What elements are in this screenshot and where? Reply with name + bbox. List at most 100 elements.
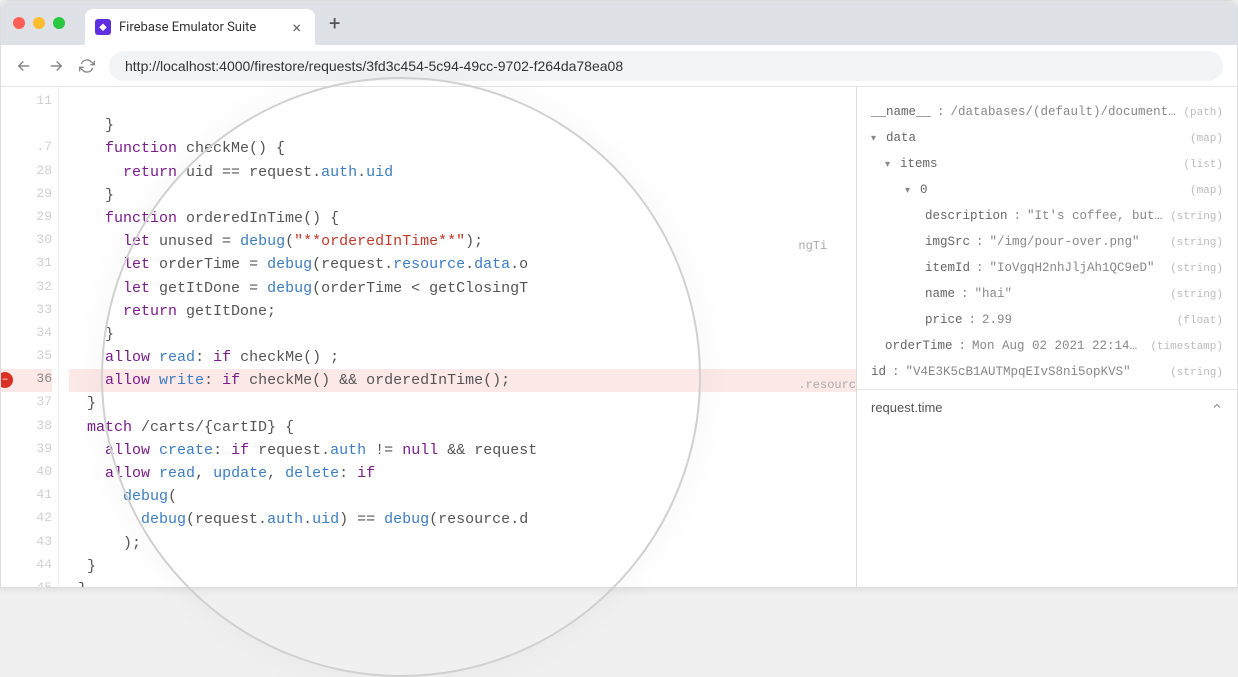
inspector-footer-label: request.time xyxy=(871,400,943,415)
inspector-value: "IoVgqH2nhJljAh1QC9eD" xyxy=(990,261,1165,275)
line-number: 32 xyxy=(1,277,52,300)
inspector-body: __name__: /databases/(default)/documents… xyxy=(857,87,1237,389)
line-gutter: 11.728292930313233343536–373839404142434… xyxy=(1,87,59,587)
line-number: 30 xyxy=(1,230,52,253)
inspector-value: "hai" xyxy=(975,287,1165,301)
inspector-type-label: (string) xyxy=(1170,367,1223,379)
url-text: http://localhost:4000/firestore/requests… xyxy=(125,58,623,74)
caret-down-icon[interactable]: ▾ xyxy=(885,159,890,171)
inspector-value: /databases/(default)/documents/orde… xyxy=(951,105,1178,119)
code-line[interactable]: let getItDone = debug(orderTime < getClo… xyxy=(69,277,856,300)
inspector-row[interactable]: ▾ 0 (map) xyxy=(871,177,1223,203)
code-line[interactable]: let unused = debug("**orderedInTime**"); xyxy=(69,230,856,253)
browser-toolbar: http://localhost:4000/firestore/requests… xyxy=(1,45,1237,87)
inspector-row[interactable]: ▾ data (map) xyxy=(871,125,1223,151)
tab-title: Firebase Emulator Suite xyxy=(119,20,256,35)
error-marker-icon[interactable]: – xyxy=(1,372,13,388)
line-number: 44 xyxy=(1,555,52,578)
maximize-window-icon[interactable] xyxy=(53,17,65,29)
code-line[interactable]: allow read, update, delete: if xyxy=(69,462,856,485)
code-line[interactable]: return getItDone; xyxy=(69,300,856,323)
line-number xyxy=(1,114,52,137)
caret-down-icon[interactable]: ▾ xyxy=(871,133,876,145)
new-tab-button[interactable]: + xyxy=(329,11,340,35)
line-number: 36– xyxy=(1,369,52,392)
reload-icon[interactable] xyxy=(79,58,95,74)
inspector-value: "It's coffee, but fanc… xyxy=(1027,209,1164,223)
forward-icon[interactable] xyxy=(47,57,65,75)
code-line[interactable]: } xyxy=(69,392,856,415)
code-line[interactable]: allow read: if checkMe() ; xyxy=(69,346,856,369)
chevron-up-icon[interactable] xyxy=(1211,400,1223,415)
rules-editor: 11.728292930313233343536–373839404142434… xyxy=(1,87,857,587)
code-line[interactable]: allow write: if checkMe() && orderedInTi… xyxy=(69,369,856,392)
code-line[interactable]: } xyxy=(69,114,856,137)
line-number: 11 xyxy=(1,91,52,114)
inspector-row: description: "It's coffee, but fanc…(str… xyxy=(871,203,1223,229)
inspector-value: "V4E3K5cB1AUTMpqEIvS8ni5opKVS" xyxy=(906,365,1165,379)
inspector-type-label: (path) xyxy=(1183,107,1223,119)
back-icon[interactable] xyxy=(15,57,33,75)
browser-tab[interactable]: ⬥ Firebase Emulator Suite × xyxy=(85,9,315,45)
inspector-key: 0 xyxy=(920,183,928,197)
code-line[interactable] xyxy=(69,91,856,114)
inspector-key: items xyxy=(900,157,938,171)
line-number: 39 xyxy=(1,439,52,462)
url-bar[interactable]: http://localhost:4000/firestore/requests… xyxy=(109,51,1223,81)
inspector-row[interactable]: ▾ items (list) xyxy=(871,151,1223,177)
firebase-favicon-icon: ⬥ xyxy=(95,19,111,35)
line-number: 33 xyxy=(1,300,52,323)
inspector-type-label: (float) xyxy=(1177,315,1223,327)
code-line[interactable]: debug( xyxy=(69,485,856,508)
line-number: 29 xyxy=(1,184,52,207)
line-number: 38 xyxy=(1,416,52,439)
inspector-footer-row[interactable]: request.time xyxy=(857,389,1237,425)
inspector-type-label: (map) xyxy=(1190,133,1223,145)
inspector-row: price: 2.99(float) xyxy=(871,307,1223,333)
code-line[interactable]: ); xyxy=(69,532,856,555)
inspector-value: Mon Aug 02 2021 22:14:46 GM… xyxy=(972,339,1144,353)
browser-window: ⬥ Firebase Emulator Suite × + http://loc… xyxy=(0,0,1238,588)
code-line[interactable]: match /carts/{cartID} { xyxy=(69,416,856,439)
inspector-type-label: (string) xyxy=(1170,263,1223,275)
window-controls xyxy=(13,17,65,29)
code-line[interactable]: function checkMe() { xyxy=(69,137,856,160)
code-line[interactable]: let orderTime = debug(request.resource.d… xyxy=(69,253,856,276)
inspector-value: 2.99 xyxy=(982,313,1171,327)
line-number: 34 xyxy=(1,323,52,346)
close-tab-icon[interactable]: × xyxy=(292,18,301,37)
line-number: 43 xyxy=(1,532,52,555)
content-area: 11.728292930313233343536–373839404142434… xyxy=(1,87,1237,587)
inspector-key: imgSrc xyxy=(925,235,970,249)
code-line[interactable]: } xyxy=(69,555,856,578)
inspector-type-label: (timestamp) xyxy=(1150,341,1223,353)
inspector-type-label: (map) xyxy=(1190,185,1223,197)
code-line[interactable]: allow create: if request.auth != null &&… xyxy=(69,439,856,462)
code-line[interactable]: return uid == request.auth.uid xyxy=(69,161,856,184)
code-line[interactable]: } xyxy=(69,323,856,346)
code-line[interactable]: } xyxy=(69,184,856,207)
inspector-row: name: "hai"(string) xyxy=(871,281,1223,307)
inspector-value: "/img/pour-over.png" xyxy=(990,235,1165,249)
line-number: 40 xyxy=(1,462,52,485)
inspector-row: id: "V4E3K5cB1AUTMpqEIvS8ni5opKVS"(strin… xyxy=(871,359,1223,385)
caret-down-icon[interactable]: ▾ xyxy=(905,185,910,197)
close-window-icon[interactable] xyxy=(13,17,25,29)
request-inspector: __name__: /databases/(default)/documents… xyxy=(857,87,1237,587)
inspector-key: orderTime xyxy=(885,339,953,353)
code-line[interactable]: function orderedInTime() { xyxy=(69,207,856,230)
line-number: 28 xyxy=(1,161,52,184)
inspector-key: data xyxy=(886,131,916,145)
code-area[interactable]: } function checkMe() { return uid == req… xyxy=(59,87,856,587)
inspector-type-label: (string) xyxy=(1170,289,1223,301)
inspector-type-label: (string) xyxy=(1170,237,1223,249)
inspector-type-label: (list) xyxy=(1183,159,1223,171)
code-line[interactable]: debug(request.auth.uid) == debug(resourc… xyxy=(69,508,856,531)
minimize-window-icon[interactable] xyxy=(33,17,45,29)
inspector-row: itemId: "IoVgqH2nhJljAh1QC9eD"(string) xyxy=(871,255,1223,281)
inspector-key: itemId xyxy=(925,261,970,275)
line-number: 29 xyxy=(1,207,52,230)
code-line[interactable]: } xyxy=(69,578,856,587)
line-number: 35 xyxy=(1,346,52,369)
line-number: 42 xyxy=(1,508,52,531)
